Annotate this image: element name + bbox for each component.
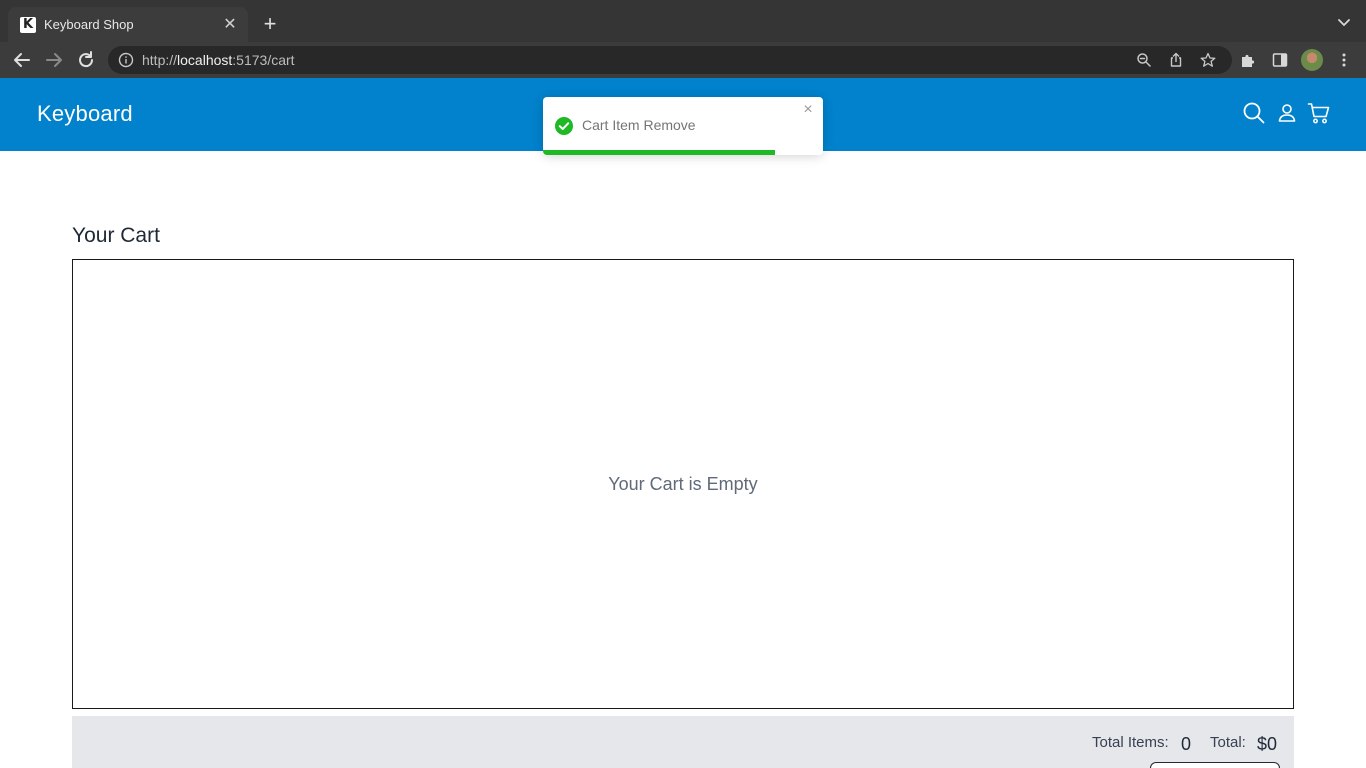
extensions-puzzle-icon[interactable] bbox=[1240, 52, 1256, 68]
toast-notification[interactable]: Cart Item Remove × bbox=[543, 97, 823, 155]
toast-progress-track bbox=[543, 150, 823, 155]
kebab-menu-icon[interactable] bbox=[1336, 52, 1352, 68]
share-icon[interactable] bbox=[1168, 52, 1184, 68]
forward-arrow-icon[interactable] bbox=[43, 49, 65, 71]
check-circle-icon bbox=[555, 117, 573, 135]
side-panel-icon[interactable] bbox=[1272, 52, 1288, 68]
tab-title: Keyboard Shop bbox=[44, 17, 134, 32]
empty-cart-message: Your Cart is Empty bbox=[608, 473, 758, 494]
total-label: Total: bbox=[1210, 734, 1246, 751]
page-title: Your Cart bbox=[72, 224, 160, 247]
address-bar[interactable]: http://localhost:5173/cart bbox=[108, 46, 1232, 74]
toast-progress-bar bbox=[543, 150, 776, 155]
toast-message: Cart Item Remove bbox=[582, 117, 696, 133]
profile-avatar[interactable] bbox=[1301, 49, 1323, 71]
browser-tabstrip: K Keyboard Shop ✕ + bbox=[0, 0, 1366, 42]
zoom-icon[interactable] bbox=[1136, 52, 1152, 68]
cart-items-container: Your Cart is Empty bbox=[72, 259, 1294, 709]
toast-close-icon[interactable]: × bbox=[801, 102, 815, 118]
bookmark-star-icon[interactable] bbox=[1200, 52, 1216, 68]
site-info-icon[interactable] bbox=[118, 52, 134, 68]
brand-logo-text[interactable]: Keyboard bbox=[37, 101, 133, 127]
total-value: $0 bbox=[1257, 734, 1278, 754]
cart-icon[interactable] bbox=[1307, 101, 1331, 125]
url-text: http://localhost:5173/cart bbox=[142, 52, 295, 68]
back-arrow-icon[interactable] bbox=[11, 49, 33, 71]
browser-tab[interactable]: K Keyboard Shop ✕ bbox=[8, 7, 248, 42]
reload-icon[interactable] bbox=[75, 49, 97, 71]
user-icon[interactable] bbox=[1275, 101, 1299, 125]
total-items-label: Total Items: bbox=[1092, 734, 1169, 751]
total-items-value: 0 bbox=[1181, 734, 1192, 754]
favicon-icon: K bbox=[20, 16, 36, 33]
checkout-button[interactable] bbox=[1150, 762, 1280, 768]
cart-summary-bar: Total Items: 0 Total: $0 bbox=[72, 716, 1294, 768]
browser-toolbar: http://localhost:5173/cart bbox=[0, 42, 1366, 78]
new-tab-icon[interactable]: + bbox=[258, 12, 282, 36]
search-icon[interactable] bbox=[1242, 101, 1266, 125]
tab-search-chevron-icon[interactable] bbox=[1336, 14, 1352, 30]
tab-close-icon[interactable]: ✕ bbox=[220, 15, 240, 35]
